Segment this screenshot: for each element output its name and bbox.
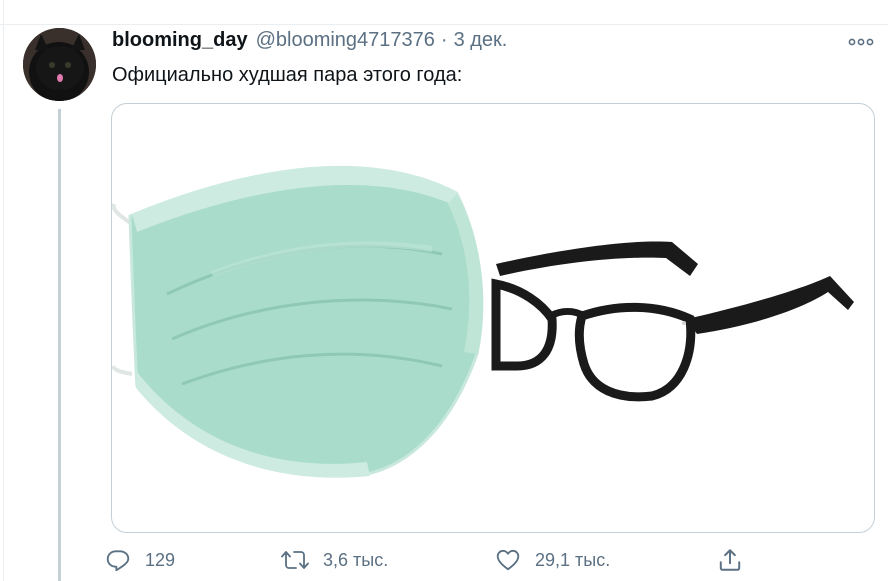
reply-button[interactable]: 129 <box>105 544 175 576</box>
share-icon <box>719 549 741 571</box>
like-count: 29,1 тыс. <box>535 549 611 570</box>
user-handle[interactable]: @blooming4717376 <box>256 29 435 52</box>
tweet-date[interactable]: 3 дек. <box>454 29 508 52</box>
display-name[interactable]: blooming_day <box>112 29 248 52</box>
retweet-button[interactable]: 3,6 тыс. <box>281 544 388 576</box>
medical-mask-image <box>112 165 484 478</box>
separator-dot: · <box>440 29 448 51</box>
share-button[interactable] <box>717 544 743 576</box>
reply-count: 129 <box>145 549 176 570</box>
more-options-button[interactable] <box>846 30 876 54</box>
eyeglasses-image <box>491 241 854 402</box>
tweet-actions: 129 3,6 тыс. 29,1 тыс. <box>105 544 755 576</box>
retweet-count: 3,6 тыс. <box>323 549 389 570</box>
thread-line <box>58 109 61 581</box>
heart-icon <box>496 549 520 571</box>
like-button[interactable]: 29,1 тыс. <box>495 544 610 576</box>
tweet-text: Официально худшая пара этого года: <box>112 64 463 86</box>
avatar[interactable] <box>23 28 96 101</box>
tweet-media[interactable] <box>111 103 875 533</box>
reply-icon <box>106 550 130 572</box>
top-divider <box>0 24 888 25</box>
more-icon <box>848 38 874 46</box>
cat-avatar-image <box>23 28 96 101</box>
timeline-edge <box>3 0 4 581</box>
media-image <box>112 165 854 478</box>
tweet-header: blooming_day @blooming4717376 · 3 дек. <box>112 29 507 57</box>
retweet-icon <box>281 551 309 569</box>
